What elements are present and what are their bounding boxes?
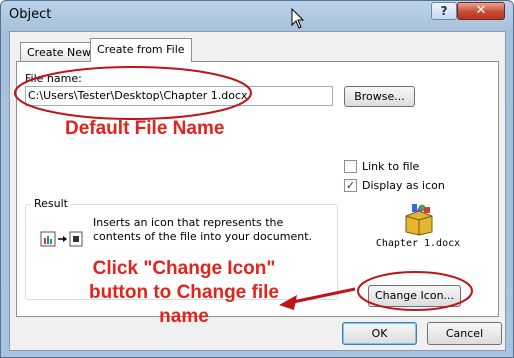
package-icon [405, 204, 433, 236]
mouse-cursor-icon [291, 8, 305, 29]
object-dialog: Object ? ✕ Create New Create from File F… [0, 0, 514, 358]
annotation-default-file-name: Default File Name [65, 118, 225, 139]
link-to-file-checkbox[interactable] [344, 160, 357, 173]
cancel-button[interactable]: Cancel [427, 322, 502, 345]
tab-create-new[interactable]: Create New [20, 42, 99, 61]
window-title: Object [9, 7, 52, 22]
annotation-change-icon: Click "Change Icon" button to Change fil… [89, 258, 279, 327]
display-as-icon-checkbox[interactable]: ✓ [344, 179, 357, 192]
link-to-file-label: Link to file [362, 160, 420, 173]
file-name-input[interactable]: C:\Users\Tester\Desktop\Chapter 1.docx [25, 86, 333, 106]
insert-icon-diagram-icon [40, 231, 83, 247]
close-button[interactable]: ✕ [457, 2, 505, 20]
icon-caption: Chapter 1.docx [375, 238, 461, 249]
help-button[interactable]: ? [431, 2, 457, 20]
result-title: Result [31, 197, 71, 210]
title-bar[interactable]: Object ? ✕ [1, 1, 513, 29]
ok-button[interactable]: OK [342, 322, 417, 345]
display-as-icon-label: Display as icon [362, 179, 445, 192]
file-name-label: File name: [25, 72, 82, 85]
browse-button[interactable]: Browse... [344, 86, 415, 107]
result-description: Inserts an icon that represents the cont… [93, 216, 313, 243]
tab-create-from-file[interactable]: Create from File [90, 38, 192, 62]
change-icon-button[interactable]: Change Icon... [368, 285, 461, 307]
